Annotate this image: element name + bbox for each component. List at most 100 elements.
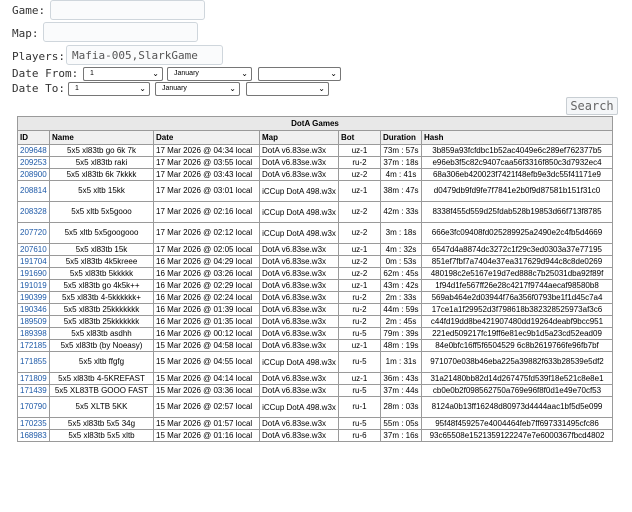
game-name: 5x5 xl83tb 4-5KREFAST (49, 372, 154, 385)
id-cell: 189398 (17, 327, 50, 340)
table-row: 208814 5x5 xltb 15kk 17 Mar 2026 @ 03:01 l… (17, 180, 613, 202)
table-row: 191704 5x5 xl83tb 4k5kreee 16 Mar 2026 @ 0… (17, 255, 613, 268)
game-name: 5x5 xl83tb raki (49, 156, 154, 169)
game-name: 5x5 xltb 5x5gooo (49, 201, 154, 223)
to-month-select[interactable]: January ⌄ (155, 82, 240, 96)
from-day-select[interactable]: 1 ⌄ (83, 67, 163, 81)
game-map: DotA v6.83se.w3x (259, 384, 339, 397)
game-hash: 3b859a93fcfdbc1b52ac4049e6c289ef762377b5 (421, 144, 613, 157)
game-id-link[interactable]: 190399 (20, 293, 47, 302)
game-duration: 48m : 19s (380, 339, 422, 352)
game-duration: 37m : 16s (380, 429, 422, 442)
game-bot: uz-2 (338, 168, 381, 181)
table-row: 208328 5x5 xltb 5x5gooo 17 Mar 2026 @ 02:1… (17, 201, 613, 223)
game-id-link[interactable]: 170790 (20, 402, 47, 411)
table-header-row: ID Name Date Map Bot Duration Hash (17, 130, 613, 145)
game-id-link[interactable]: 209648 (20, 146, 47, 155)
to-day-select[interactable]: 1 ⌄ (68, 82, 150, 96)
game-duration: 79m : 39s (380, 327, 422, 340)
game-duration: 37m : 18s (380, 156, 422, 169)
game-duration: 4m : 32s (380, 243, 422, 256)
game-id-link[interactable]: 191690 (20, 269, 47, 278)
game-map: DotA v6.83se.w3x (259, 144, 339, 157)
game-date: 16 Mar 2026 @ 02:29 local (153, 279, 260, 292)
players-input[interactable]: Mafia-005,SlarkGame (66, 45, 223, 65)
game-id-link[interactable]: 171809 (20, 374, 47, 383)
game-date: 16 Mar 2026 @ 01:35 local (153, 315, 260, 328)
game-hash: 8338f455d559d25fdab528b19853d66f713f8785 (421, 201, 613, 223)
game-id-link[interactable]: 191019 (20, 281, 47, 290)
game-id-link[interactable]: 207720 (20, 228, 47, 237)
id-cell: 170790 (17, 396, 50, 418)
game-id-link[interactable]: 171855 (20, 357, 47, 366)
game-duration: 2m : 33s (380, 291, 422, 304)
game-name: 5x5 xl83tb go 6k 7k (49, 144, 154, 157)
game-map: DotA v6.83se.w3x (259, 279, 339, 292)
table-row: 170790 5x5 XLTB 5KK 15 Mar 2026 @ 02:57 lo… (17, 396, 613, 418)
game-bot: uz-1 (338, 372, 381, 385)
game-id-link[interactable]: 168983 (20, 431, 47, 440)
search-button[interactable]: Search (566, 97, 618, 115)
game-id-link[interactable]: 189509 (20, 317, 47, 326)
table-row: 208900 5x5 xl83tb 6k 7kkkk 17 Mar 2026 @ 0… (17, 168, 613, 181)
game-id-link[interactable]: 208900 (20, 170, 47, 179)
game-id-link[interactable]: 171439 (20, 386, 47, 395)
table-row: 170235 5x5 xl83tb 5x5 34g 15 Mar 2026 @ 01… (17, 417, 613, 430)
game-id-link[interactable]: 172185 (20, 341, 47, 350)
table-row: 207610 5x5 xl83tb 15k 17 Mar 2026 @ 02:05 … (17, 243, 613, 256)
game-id-link[interactable]: 208814 (20, 186, 47, 195)
column-map-header: Map (259, 130, 339, 145)
game-id-link[interactable]: 170235 (20, 419, 47, 428)
game-map: iCCup DotA 498.w3x (259, 201, 339, 223)
id-cell: 209253 (17, 156, 50, 169)
from-year-select[interactable]: ⌄ (258, 67, 341, 81)
id-cell: 171809 (17, 372, 50, 385)
game-date: 15 Mar 2026 @ 02:57 local (153, 396, 260, 418)
game-map: DotA v6.83se.w3x (259, 339, 339, 352)
table-row: 168983 5x5 xl83tb 5x5 xltb 15 Mar 2026 @ 0… (17, 429, 613, 442)
id-cell: 190346 (17, 303, 50, 316)
map-input[interactable] (43, 22, 198, 42)
game-id-link[interactable]: 191704 (20, 257, 47, 266)
game-map: DotA v6.83se.w3x (259, 168, 339, 181)
game-name: 5x5 xltb ffgfg (49, 351, 154, 373)
game-input[interactable] (50, 0, 205, 20)
game-hash: d0479db9fd9fe7f7841e2b0f9d87581b151f31c0 (421, 180, 613, 202)
game-bot: uz-1 (338, 279, 381, 292)
game-bot: ru-2 (338, 156, 381, 169)
game-map: iCCup DotA 498.w3x (259, 396, 339, 418)
game-name: 5x5 xl83tb asdhh (49, 327, 154, 340)
game-bot: ru-5 (338, 327, 381, 340)
chevron-down-icon: ⌄ (229, 84, 236, 93)
game-name: 5x5 xl83tb 5kkkkk (49, 267, 154, 280)
game-id-link[interactable]: 189398 (20, 329, 47, 338)
to-year-select[interactable]: ⌄ (246, 82, 329, 96)
game-duration: 37m : 44s (380, 384, 422, 397)
id-cell: 208328 (17, 201, 50, 223)
game-name: 5x5 XL83TB GOOO FAST (49, 384, 154, 397)
game-bot: ru-1 (338, 396, 381, 418)
id-cell: 189509 (17, 315, 50, 328)
game-duration: 28m : 03s (380, 396, 422, 418)
game-bot: ru-5 (338, 384, 381, 397)
game-bot: uz-2 (338, 255, 381, 268)
game-id-link[interactable]: 209253 (20, 158, 47, 167)
game-hash: 480198c2e5167e19d7ed888c7b25031dba92f89f (421, 267, 613, 280)
game-map: DotA v6.83se.w3x (259, 255, 339, 268)
date-to-label: Date To: (12, 82, 65, 95)
game-id-link[interactable]: 207610 (20, 245, 47, 254)
game-date: 16 Mar 2026 @ 02:24 local (153, 291, 260, 304)
game-id-link[interactable]: 190346 (20, 305, 47, 314)
game-hash: 84e0bfc16ff5f6504529 6c8b2619766fe96fb7b… (421, 339, 613, 352)
from-month-select[interactable]: January ⌄ (167, 67, 252, 81)
table-row: 172185 5x5 xl83tb (by Noeasy) 15 Mar 2026 … (17, 339, 613, 352)
to-month-value: January (162, 85, 187, 92)
game-id-link[interactable]: 208328 (20, 207, 47, 216)
game-map: DotA v6.83se.w3x (259, 156, 339, 169)
game-duration: 42m : 33s (380, 201, 422, 223)
game-hash: 95f48f459257e4004464feb7ff697331495cfc86 (421, 417, 613, 430)
from-month-value: January (174, 70, 199, 77)
game-map: DotA v6.83se.w3x (259, 303, 339, 316)
game-name: 5x5 xl83tb 6k 7kkkk (49, 168, 154, 181)
game-name: 5x5 xl83tb 5x5 xltb (49, 429, 154, 442)
